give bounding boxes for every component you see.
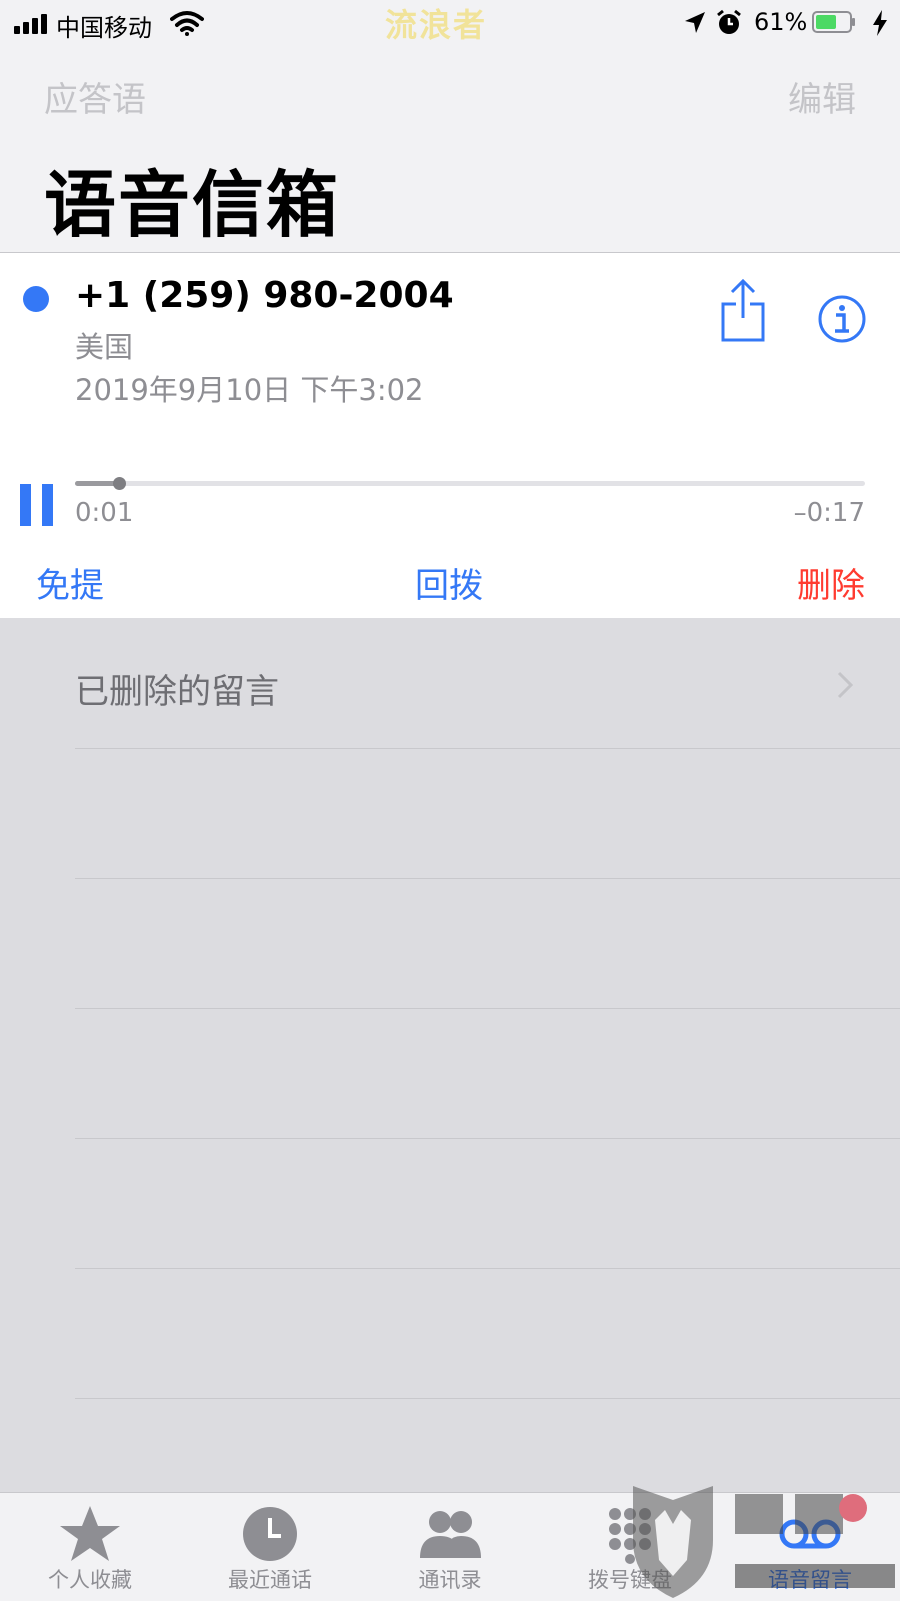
location-arrow-icon — [685, 12, 705, 33]
star-icon — [60, 1506, 120, 1561]
pause-button[interactable] — [20, 484, 54, 526]
greeting-button[interactable]: 应答语 — [44, 72, 146, 121]
voicemail-datetime: 2019年9月10日 下午3:02 — [75, 373, 424, 407]
status-bar: 中国移动 流浪者 61% — [0, 0, 900, 48]
delete-button[interactable]: 删除 — [797, 558, 865, 607]
scrubber-knob[interactable] — [113, 477, 126, 490]
carrier-name: 中国移动 — [56, 14, 152, 42]
contacts-icon — [420, 1511, 481, 1558]
unread-indicator — [23, 286, 49, 312]
tab-label: 个人收藏 — [48, 1568, 132, 1592]
battery-icon — [812, 11, 855, 33]
remaining-time: –0:17 — [793, 498, 865, 528]
tab-recents[interactable]: 最近通话 — [180, 1492, 360, 1600]
page-title: 语音信箱 — [44, 163, 341, 247]
wifi-icon — [170, 11, 204, 36]
deleted-messages-label: 已删除的留言 — [75, 672, 279, 712]
call-back-button[interactable]: 回拨 — [415, 558, 483, 607]
list-separator — [75, 1008, 900, 1009]
clock-icon — [243, 1507, 297, 1561]
list-separator — [75, 748, 900, 749]
alarm-clock-icon — [717, 9, 741, 34]
list-separator — [75, 1398, 900, 1399]
chevron-right-icon — [837, 671, 854, 699]
list-separator — [75, 1268, 900, 1269]
caller-location: 美国 — [75, 330, 134, 364]
list-separator — [75, 1138, 900, 1139]
speaker-button[interactable]: 免提 — [36, 558, 104, 607]
list-separator — [75, 878, 900, 879]
tab-label: 最近通话 — [228, 1568, 312, 1592]
battery-percentage: 61% — [754, 8, 808, 36]
tab-label: 通讯录 — [418, 1568, 482, 1592]
charging-bolt-icon — [873, 10, 887, 36]
playback-scrubber[interactable] — [75, 481, 865, 486]
watermark-text: 流浪者 — [385, 6, 488, 44]
tab-favorites[interactable]: 个人收藏 — [0, 1492, 180, 1600]
info-icon[interactable] — [817, 294, 867, 344]
caller-number: +1 (259) 980-2004 — [75, 275, 454, 316]
edit-button[interactable]: 编辑 — [788, 72, 856, 121]
black-cat-logo-watermark — [633, 1486, 895, 1598]
share-icon[interactable] — [720, 278, 766, 342]
elapsed-time: 0:01 — [75, 498, 134, 528]
cellular-signal-icon — [14, 14, 50, 34]
tab-contacts[interactable]: 通讯录 — [360, 1492, 540, 1600]
